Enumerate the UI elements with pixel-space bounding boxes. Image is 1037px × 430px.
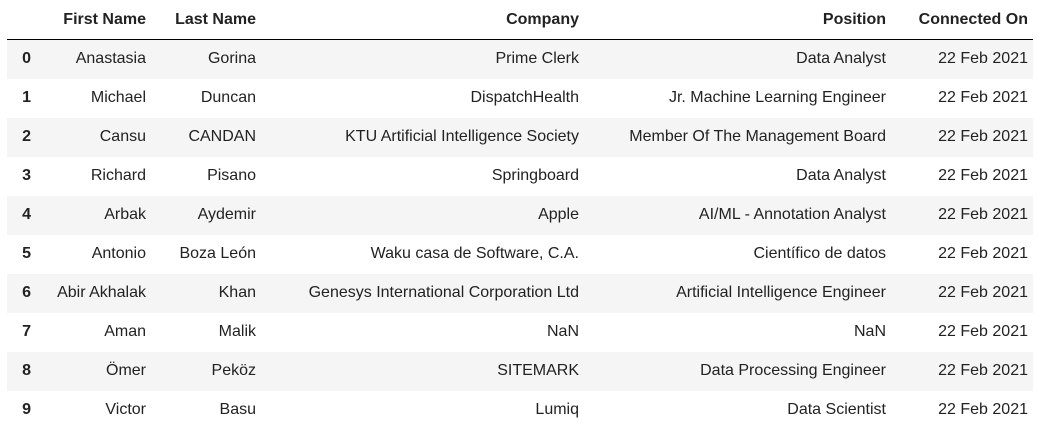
company-cell: SITEMARK [497, 362, 579, 379]
column-header-connected-on: Connected On [891, 0, 1033, 40]
company-cell: Prime Clerk [495, 50, 579, 68]
row-index: 9 [22, 401, 31, 418]
first-name-cell: Michael [90, 89, 146, 106]
last-name-cell: Khan [218, 284, 256, 301]
column-header-position: Position [584, 0, 891, 40]
table-row: 9 Victor Basu Lumiq Data Scientist 22 Feb 202… [7, 391, 1033, 430]
position-cell: Member Of The Management Board [629, 128, 886, 145]
position-cell: Data Scientist [787, 401, 886, 418]
table-row: 3 Richard Pisano Springboard Data Analyst 22 … [7, 157, 1033, 196]
position-cell: NaN [853, 323, 886, 340]
connected-on-cell: 22 Feb 2021 [938, 89, 1028, 106]
first-name-cell: Arbak [104, 206, 146, 223]
row-index: 5 [22, 245, 31, 262]
first-name-cell: Antonio [91, 245, 146, 262]
company-cell: Springboard [491, 167, 579, 184]
table-row: 5 Antonio Boza León Waku casa de Software, … [7, 235, 1033, 274]
first-name-cell: Aman [104, 323, 146, 340]
last-name-cell: Peköz [211, 362, 256, 379]
last-name-cell: CANDAN [188, 128, 256, 145]
connected-on-cell: 22 Feb 2021 [938, 206, 1028, 223]
first-name-cell: Ömer [106, 362, 146, 379]
company-cell: DispatchHealth [470, 89, 580, 106]
table-row: 2 Cansu CANDAN KTU Artificial Intelligence … [7, 117, 1033, 157]
company-cell: Lumiq [535, 401, 579, 418]
row-index: 1 [22, 89, 31, 106]
row-index: 4 [22, 206, 31, 223]
column-header-first-name: First Name [36, 0, 151, 40]
row-index: 6 [22, 284, 31, 301]
company-cell: Genesys International Corporation Ltd [308, 284, 579, 301]
connected-on-cell: 22 Feb 2021 [938, 50, 1028, 68]
index-header [7, 0, 36, 40]
column-header-last-name: Last Name [151, 0, 261, 40]
row-index: 2 [22, 128, 31, 145]
position-cell: Científico de datos [753, 245, 886, 262]
position-cell: Data Analyst [796, 167, 886, 184]
table-body: 0 Anastasia Gorina Prime Clerk Data Analyst 2… [7, 39, 1033, 430]
position-cell: Jr. Machine Learning Engineer [668, 89, 886, 106]
last-name-cell: Pisano [207, 167, 256, 184]
first-name-cell: Abir Akhalak [57, 284, 146, 301]
last-name-cell: Gorina [207, 50, 256, 68]
connected-on-cell: 22 Feb 2021 [938, 245, 1028, 262]
connected-on-cell: 22 Feb 2021 [938, 284, 1028, 301]
last-name-cell: Malik [218, 323, 256, 340]
last-name-cell: Basu [219, 401, 256, 418]
position-cell: AI/ML - Annotation Analyst [698, 206, 886, 223]
connected-on-cell: 22 Feb 2021 [938, 401, 1028, 418]
table-header: First Name Last Name Company Position Co… [7, 0, 1033, 40]
column-header-company: Company [261, 0, 584, 40]
dataframe-table: First Name Last Name Company Position Co… [7, 0, 1033, 430]
table-row: 4 Arbak Aydemir Apple AI/ML - Annotation Ana… [7, 195, 1033, 235]
connected-on-cell: 22 Feb 2021 [938, 128, 1028, 145]
table-row: 1 Michael Duncan DispatchHealth Jr. Machine … [7, 79, 1033, 118]
company-cell: Waku casa de Software, C.A. [370, 245, 579, 262]
company-cell: NaN [546, 323, 579, 340]
position-cell: Data Analyst [796, 50, 886, 68]
connected-on-cell: 22 Feb 2021 [938, 167, 1028, 184]
row-index: 7 [22, 323, 31, 340]
position-cell: Artificial Intelligence Engineer [676, 284, 886, 301]
connected-on-cell: 22 Feb 2021 [938, 362, 1028, 379]
company-cell: KTU Artificial Intelligence Society [345, 128, 579, 145]
first-name-cell: Anastasia [75, 50, 146, 68]
first-name-cell: Victor [105, 401, 146, 418]
row-index: 8 [22, 362, 31, 379]
row-index: 3 [22, 167, 31, 184]
header-row: First Name Last Name Company Position Co… [7, 0, 1033, 40]
table-row: 6 Abir Akhalak Khan Genesys International C… [7, 273, 1033, 313]
first-name-cell: Cansu [99, 128, 146, 145]
row-index: 0 [22, 50, 31, 68]
last-name-cell: Duncan [200, 89, 256, 106]
last-name-cell: Aydemir [197, 206, 256, 223]
table-row: 0 Anastasia Gorina Prime Clerk Data Analyst 2… [7, 39, 1033, 79]
table-row: 7 Aman Malik NaN NaN 22 Feb 2021 [7, 313, 1033, 352]
company-cell: Apple [538, 206, 579, 223]
position-cell: Data Processing Engineer [700, 362, 886, 379]
last-name-cell: Boza León [179, 245, 256, 262]
first-name-cell: Richard [90, 167, 146, 184]
table-row: 8 Ömer Peköz SITEMARK Data Processing Engine… [7, 351, 1033, 391]
connected-on-cell: 22 Feb 2021 [938, 323, 1028, 340]
